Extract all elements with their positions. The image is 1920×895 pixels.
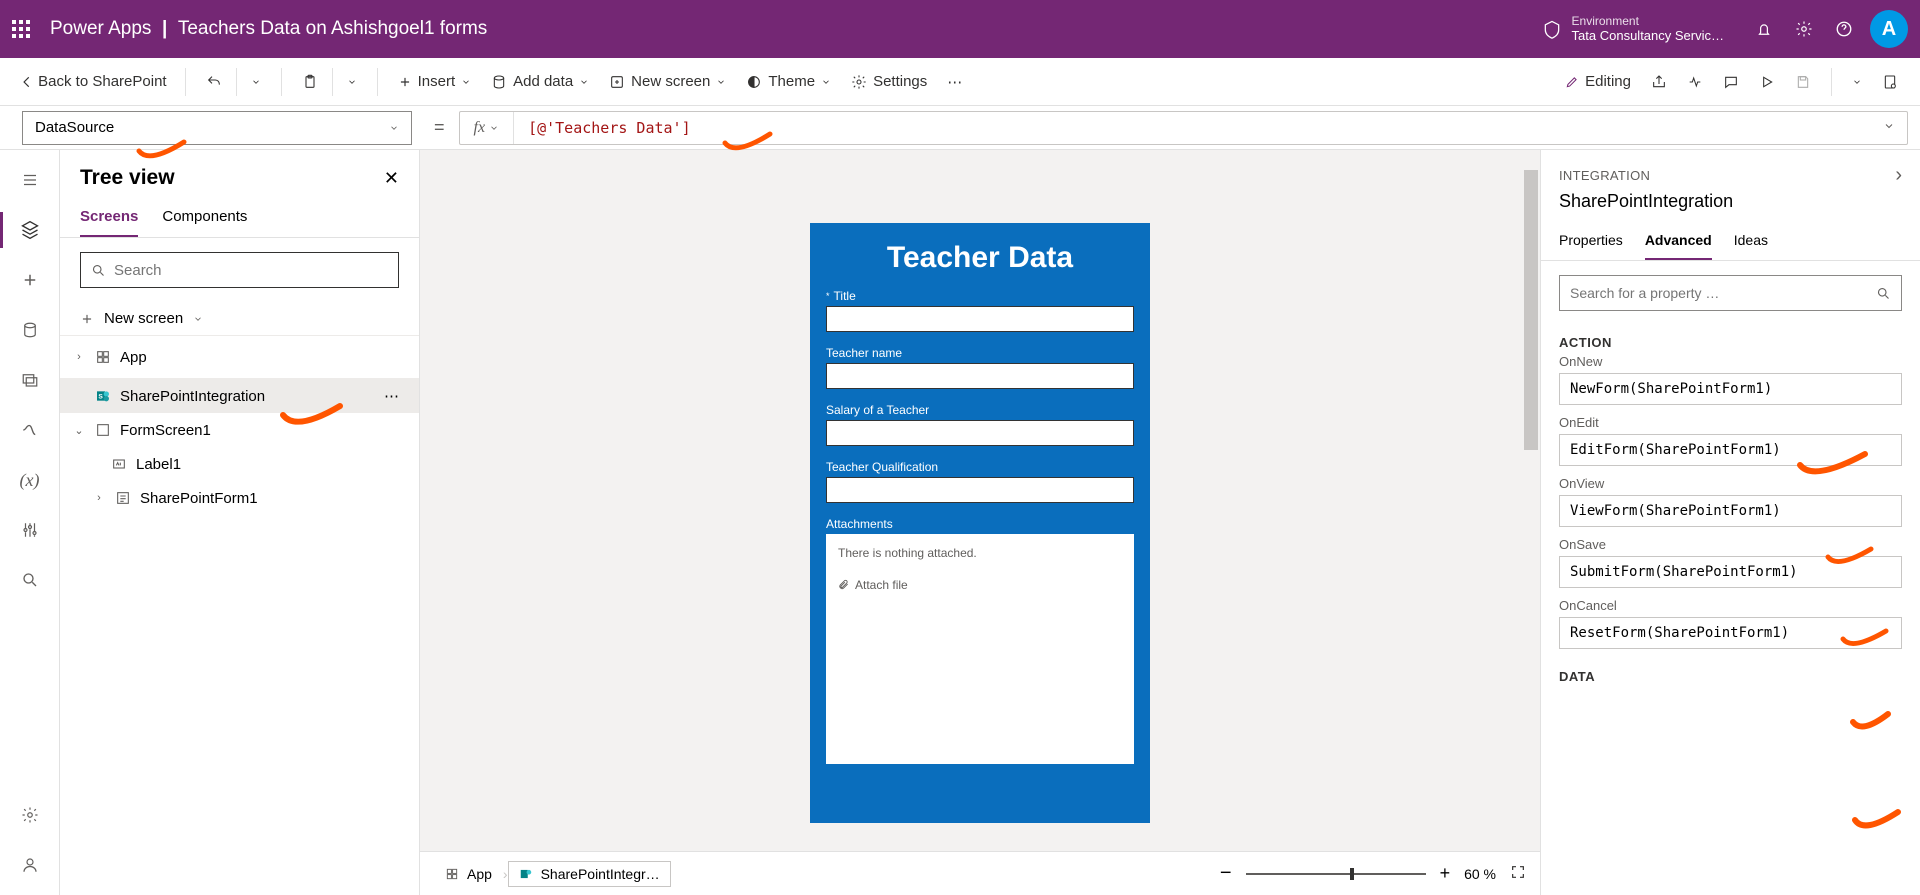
left-rail: (x) [0, 150, 60, 895]
share-button[interactable] [1641, 58, 1677, 105]
insert-button[interactable]: Insert [388, 58, 482, 105]
onedit-input[interactable]: EditForm(SharePointForm1) [1559, 434, 1902, 466]
settings-rail-icon[interactable] [18, 803, 42, 827]
breadcrumb-app[interactable]: App [434, 861, 503, 887]
form-preview: Teacher Data *Title Teacher name Salary … [810, 223, 1150, 823]
breadcrumb-spi[interactable]: SharePointIntegr… [508, 861, 671, 887]
tab-properties[interactable]: Properties [1559, 222, 1623, 260]
flows-icon[interactable] [18, 418, 42, 442]
properties-panel: INTEGRATION › SharePointIntegration Prope… [1540, 150, 1920, 895]
tree-item-formscreen[interactable]: ⌄FormScreen1 [60, 413, 419, 447]
media-icon[interactable] [18, 368, 42, 392]
tree-search[interactable] [80, 252, 399, 288]
tab-advanced[interactable]: Advanced [1645, 222, 1712, 260]
zoom-in-button[interactable]: + [1440, 863, 1451, 884]
theme-button[interactable]: Theme [736, 58, 841, 105]
command-bar: Back to SharePoint Insert Add data New s… [0, 58, 1920, 106]
preview-button[interactable] [1749, 58, 1785, 105]
equals-label: = [434, 117, 445, 138]
waffle-icon[interactable] [12, 20, 30, 38]
tree-view-icon[interactable] [18, 218, 42, 242]
add-data-button[interactable]: Add data [481, 58, 599, 105]
undo-button[interactable] [196, 58, 232, 105]
fx-label[interactable]: fx [460, 112, 515, 144]
insert-icon[interactable] [18, 268, 42, 292]
avatar[interactable]: A [1870, 10, 1908, 48]
tree-view-panel: Tree view ✕ Screens Components New screen… [60, 150, 420, 895]
settings-button[interactable]: Settings [841, 58, 937, 105]
zoom-out-button[interactable]: − [1220, 862, 1232, 885]
zoom-slider[interactable] [1246, 873, 1426, 875]
props-category: INTEGRATION [1559, 168, 1650, 183]
undo-dropdown[interactable] [241, 58, 271, 105]
publish-button[interactable] [1872, 58, 1908, 105]
tree-item-sharepoint-integration[interactable]: SSharePointIntegration⋯ [60, 379, 419, 413]
attachments-box[interactable]: There is nothing attached. Attach file [826, 534, 1134, 764]
canvas-scrollbar[interactable] [1524, 150, 1538, 851]
tree-item-label[interactable]: Label1 [60, 447, 419, 481]
canvas[interactable]: Teacher Data *Title Teacher name Salary … [420, 150, 1540, 895]
save-dropdown[interactable] [1842, 58, 1872, 105]
editing-mode[interactable]: Editing [1555, 58, 1641, 105]
tree-item-more-icon[interactable]: ⋯ [376, 387, 407, 405]
tree-new-screen[interactable]: New screen [60, 302, 419, 335]
onnew-input[interactable]: NewForm(SharePointForm1) [1559, 373, 1902, 405]
tree-search-input[interactable] [114, 262, 388, 279]
paste-dropdown[interactable] [337, 58, 367, 105]
attach-file-button[interactable]: Attach file [838, 578, 1122, 592]
props-search-input[interactable] [1570, 285, 1876, 301]
tree-title: Tree view [80, 166, 175, 190]
section-data: DATA [1559, 659, 1902, 688]
formula-input-wrap: fx [@'Teachers Data'] [459, 111, 1908, 145]
tab-components[interactable]: Components [162, 198, 247, 237]
teacher-name-input[interactable] [826, 363, 1134, 389]
title-input[interactable] [826, 306, 1134, 332]
formula-bar: DataSource = fx [@'Teachers Data'] [0, 106, 1920, 150]
props-search[interactable] [1559, 275, 1902, 311]
settings-icon[interactable] [1784, 9, 1824, 49]
help-icon[interactable] [1824, 9, 1864, 49]
app-header: Power Apps | Teachers Data on Ashishgoel… [0, 0, 1920, 58]
salary-input[interactable] [826, 420, 1134, 446]
expand-formula-button[interactable] [1871, 119, 1907, 137]
fit-screen-button[interactable] [1510, 864, 1526, 883]
svg-text:S: S [98, 394, 103, 401]
tree-item-sharepointform[interactable]: ›SharePointForm1 [60, 481, 419, 515]
section-action: ACTION [1541, 325, 1920, 354]
search-rail-icon[interactable] [18, 568, 42, 592]
tools-icon[interactable] [18, 518, 42, 542]
virtual-agent-icon[interactable] [18, 853, 42, 877]
props-name: SharePointIntegration [1541, 191, 1920, 222]
comments-button[interactable] [1713, 58, 1749, 105]
variables-icon[interactable]: (x) [18, 468, 42, 492]
close-tree-icon[interactable]: ✕ [384, 168, 399, 189]
environment-picker[interactable]: Environment Tata Consultancy Servic… [1572, 14, 1724, 44]
health-button[interactable] [1677, 58, 1713, 105]
overflow-button[interactable]: ⋯ [937, 58, 972, 105]
data-icon[interactable] [18, 318, 42, 342]
form-heading: Teacher Data [826, 241, 1134, 275]
property-selector[interactable]: DataSource [22, 111, 412, 145]
formula-input[interactable]: [@'Teachers Data'] [514, 119, 1871, 137]
back-button[interactable]: Back to SharePoint [12, 73, 175, 90]
onview-input[interactable]: ViewForm(SharePointForm1) [1559, 495, 1902, 527]
hamburger-icon[interactable] [18, 168, 42, 192]
oncancel-input[interactable]: ResetForm(SharePointForm1) [1559, 617, 1902, 649]
paste-button[interactable] [292, 58, 328, 105]
app-title: Power Apps | Teachers Data on Ashishgoel… [50, 18, 487, 40]
environment-icon[interactable] [1532, 9, 1572, 49]
onsave-input[interactable]: SubmitForm(SharePointForm1) [1559, 556, 1902, 588]
new-screen-button[interactable]: New screen [599, 58, 736, 105]
canvas-footer: App › SharePointIntegr… − + 60 % [420, 851, 1540, 895]
tree-item-app[interactable]: ›App [60, 335, 419, 379]
tab-ideas[interactable]: Ideas [1734, 222, 1768, 260]
save-button[interactable] [1785, 58, 1821, 105]
tab-screens[interactable]: Screens [80, 198, 138, 237]
props-expand-icon[interactable]: › [1895, 164, 1902, 187]
notifications-icon[interactable] [1744, 9, 1784, 49]
qualification-input[interactable] [826, 477, 1134, 503]
